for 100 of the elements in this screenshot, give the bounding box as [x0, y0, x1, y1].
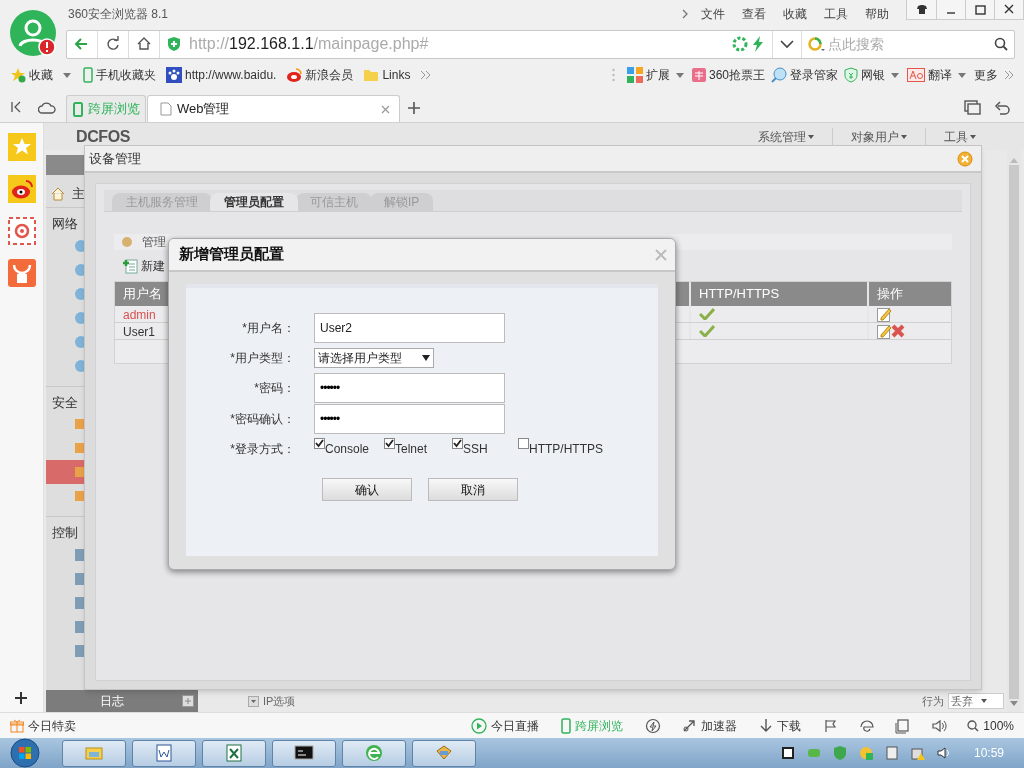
app-icon — [294, 743, 314, 763]
browser-icon[interactable] — [859, 717, 876, 734]
app-icon — [364, 743, 384, 763]
password-field[interactable]: •••••• — [314, 373, 505, 403]
app-logo: DCFOS — [76, 126, 130, 147]
lightning-icon[interactable] — [752, 36, 764, 52]
edit-icon[interactable] — [877, 323, 891, 339]
extension-icon — [691, 68, 706, 82]
extension-icon — [626, 67, 643, 83]
menu-item[interactable]: 收藏 — [783, 5, 807, 23]
home-icon[interactable] — [50, 186, 66, 202]
toolbar-link[interactable]: 网银 — [844, 66, 885, 84]
weibo-icon[interactable] — [7, 175, 36, 203]
bookmark-link[interactable]: Links — [363, 66, 411, 84]
windows-icon[interactable] — [964, 100, 982, 116]
caret-icon[interactable] — [675, 72, 684, 78]
dialog-button[interactable]: 取消 — [428, 478, 518, 501]
scroll-down-icon[interactable] — [1010, 701, 1018, 706]
toolbar-link[interactable]: 更多 — [974, 66, 998, 84]
speed-icon[interactable] — [645, 717, 662, 734]
start-button[interactable] — [10, 738, 40, 768]
scrollbar[interactable] — [1007, 150, 1021, 712]
edit-icon[interactable] — [877, 306, 891, 322]
undo-icon[interactable] — [994, 100, 1010, 116]
dialog-button[interactable]: 确认 — [322, 478, 412, 501]
search-placeholder: 点此搜索 — [828, 34, 885, 54]
field-label: *用户类型： — [229, 350, 296, 367]
menu-item[interactable]: 帮助 — [865, 5, 889, 23]
menu-button[interactable]: 系统管理 — [740, 127, 832, 146]
table-cell-text: User1 — [122, 324, 156, 339]
window-icon[interactable] — [895, 717, 912, 734]
delete-icon[interactable] — [891, 324, 905, 338]
action-select[interactable]: 丢弃 — [948, 693, 1004, 709]
table-cell-text: admin — [122, 307, 157, 322]
menu-item[interactable]: 查看 — [742, 5, 766, 23]
close-icon[interactable] — [655, 248, 667, 261]
bookmark-link[interactable]: 收藏 — [10, 66, 53, 84]
refresh-icon — [104, 35, 122, 53]
add-icon[interactable] — [14, 691, 28, 705]
taskbar-app[interactable] — [272, 739, 336, 767]
toolbar-link[interactable]: 扩展 — [626, 66, 670, 84]
password-field[interactable]: •••••• — [314, 404, 505, 434]
search-engine-icon[interactable] — [808, 36, 826, 52]
app-icon — [224, 743, 244, 763]
browser-tab[interactable]: Web管理 — [147, 95, 400, 122]
shopping-icon[interactable] — [7, 259, 36, 287]
caret-icon[interactable] — [958, 72, 966, 78]
tray-icon[interactable] — [779, 745, 796, 761]
nav-section-label: 网络 — [51, 215, 79, 233]
menu-item[interactable]: 文件 — [701, 5, 725, 23]
new-button[interactable]: 新建 — [122, 257, 165, 275]
tab[interactable]: 管理员配置 — [210, 193, 298, 211]
avatar-icon[interactable] — [9, 9, 59, 59]
speed-icon[interactable] — [732, 36, 748, 52]
nav-item[interactable]: 主 — [72, 184, 85, 204]
close-icon[interactable] — [957, 150, 973, 167]
chevron-icon[interactable] — [681, 8, 689, 20]
volume-icon[interactable] — [931, 717, 948, 734]
menu-item[interactable]: 工具 — [824, 5, 848, 23]
cloud-icon[interactable] — [38, 100, 56, 114]
toolbar-link[interactable]: 360抢票王 — [691, 66, 765, 84]
dropdown-icon[interactable] — [772, 30, 802, 58]
checkbox[interactable] — [518, 438, 529, 449]
tab-label: 跨屏浏览 — [88, 100, 140, 119]
status-link[interactable]: 下载 — [759, 716, 802, 735]
zoom-button[interactable]: 100% — [967, 716, 1014, 735]
scrollbar-thumb[interactable] — [1009, 165, 1019, 699]
promo-link[interactable]: 今日特卖 — [10, 716, 76, 735]
bookmark-link[interactable]: http://www.baidu. — [166, 66, 277, 84]
user-type-select[interactable]: 请选择用户类型 — [314, 348, 434, 368]
address-bar[interactable]: http://192.168.1.1/mainpage.php# 点此搜索 — [66, 29, 1015, 59]
toolbar-link[interactable]: 登录管家 — [771, 66, 838, 84]
expand-icon[interactable] — [182, 695, 194, 707]
checkbox[interactable] — [384, 438, 395, 449]
search-icon[interactable] — [994, 37, 1008, 51]
status-link[interactable]: 今日直播 — [471, 716, 540, 735]
bookmark-link[interactable]: 新浪会员 — [286, 66, 354, 84]
more-bookmarks-icon[interactable] — [420, 70, 433, 80]
app-icon — [154, 743, 174, 763]
checkbox-label: Console — [325, 441, 370, 458]
bookmark-link[interactable]: 手机收藏夹 — [83, 66, 156, 84]
status-link[interactable]: 加速器 — [681, 716, 738, 735]
checkbox[interactable] — [452, 438, 463, 449]
caret-icon[interactable] — [891, 72, 899, 78]
field-label: 行为 — [922, 693, 944, 709]
mail-icon[interactable] — [7, 217, 36, 245]
more-icon[interactable] — [1004, 70, 1014, 80]
sidebar-toggle-icon[interactable] — [10, 101, 22, 113]
new-tab-icon[interactable] — [407, 101, 421, 115]
collapse-icon[interactable] — [248, 695, 259, 707]
clock: 10:59 — [973, 745, 1004, 762]
url-text[interactable]: http://192.168.1.1/mainpage.php# — [189, 32, 732, 56]
input-field[interactable]: User2 — [314, 313, 505, 343]
bookmark-icon — [166, 67, 182, 83]
bookmark-icon — [363, 68, 380, 82]
close-icon[interactable] — [381, 104, 390, 114]
tab-label: Web管理 — [177, 100, 231, 119]
checkbox[interactable] — [314, 438, 325, 449]
toolbar-link[interactable]: 翻译 — [907, 66, 952, 84]
caret-icon[interactable] — [63, 72, 71, 78]
